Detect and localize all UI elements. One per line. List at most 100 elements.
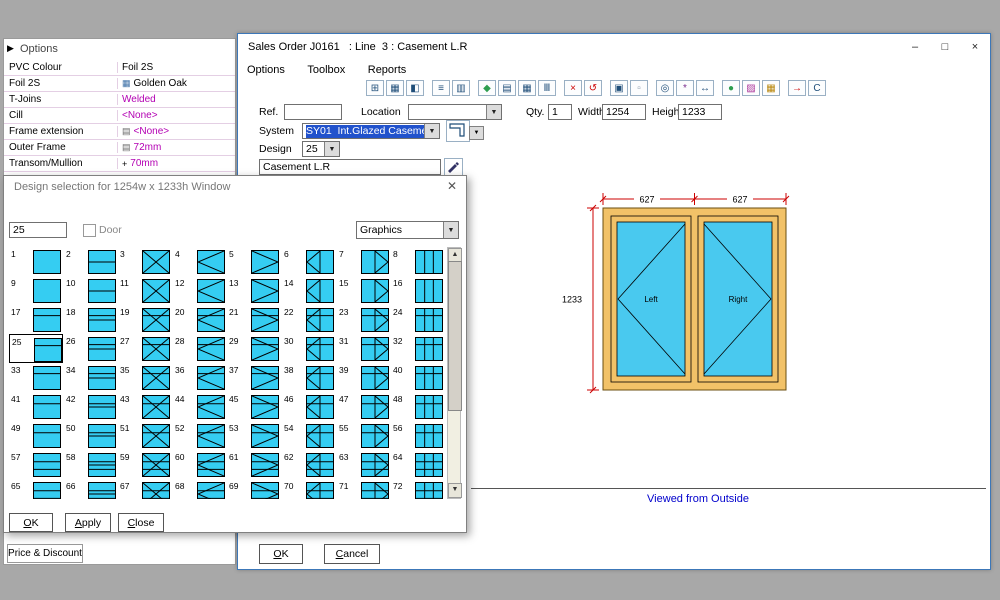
help-icon[interactable]: C: [808, 80, 826, 96]
design-cell-72[interactable]: 72: [391, 479, 445, 499]
design-cell-65[interactable]: 65: [9, 479, 63, 499]
design-cell-33[interactable]: 33: [9, 363, 63, 392]
wizard-icon[interactable]: *: [676, 80, 694, 96]
design-cell-12[interactable]: 12: [173, 276, 227, 305]
design-cell-46[interactable]: 46: [282, 392, 336, 421]
design-cell-30[interactable]: 30: [282, 334, 336, 363]
design-cell-5[interactable]: 5: [227, 247, 281, 276]
design-thumbnail-icon[interactable]: [197, 308, 225, 332]
dialog-ok-button[interactable]: OK: [9, 513, 53, 532]
chevron-down-icon[interactable]: ▼: [324, 142, 339, 156]
design-thumbnail-icon[interactable]: [142, 482, 170, 499]
design-thumbnail-icon[interactable]: [415, 424, 443, 448]
design-thumbnail-icon[interactable]: [197, 279, 225, 303]
design-thumbnail-icon[interactable]: [142, 308, 170, 332]
design-thumbnail-icon[interactable]: [306, 453, 334, 477]
design-thumbnail-icon[interactable]: [251, 453, 279, 477]
design-cell-34[interactable]: 34: [64, 363, 118, 392]
options-row[interactable]: Transom/Mullion+70mm: [4, 156, 235, 172]
design-cell-70[interactable]: 70: [282, 479, 336, 499]
design-cell-44[interactable]: 44: [173, 392, 227, 421]
design-thumbnail-icon[interactable]: [33, 250, 61, 274]
design-cell-62[interactable]: 62: [282, 450, 336, 479]
design-thumbnail-icon[interactable]: [197, 482, 225, 499]
design-cell-2[interactable]: 2: [64, 247, 118, 276]
design-cell-10[interactable]: 10: [64, 276, 118, 305]
design-thumbnail-icon[interactable]: [142, 366, 170, 390]
delete-icon[interactable]: ×: [564, 80, 582, 96]
design-cell-51[interactable]: 51: [118, 421, 172, 450]
design-thumbnail-icon[interactable]: [361, 424, 389, 448]
option-value[interactable]: Welded: [118, 94, 235, 105]
design-cell-59[interactable]: 59: [118, 450, 172, 479]
design-cell-31[interactable]: 31: [337, 334, 391, 363]
design-cell-41[interactable]: 41: [9, 392, 63, 421]
design-cell-16[interactable]: 16: [391, 276, 445, 305]
design-thumbnail-icon[interactable]: [88, 482, 116, 499]
design-cell-42[interactable]: 42: [64, 392, 118, 421]
design-thumbnail-icon[interactable]: [142, 337, 170, 361]
design-cell-7[interactable]: 7: [337, 247, 391, 276]
design-thumbnail-icon[interactable]: [251, 366, 279, 390]
options-row[interactable]: Outer Frame▤72mm: [4, 140, 235, 156]
design-thumbnail-icon[interactable]: [306, 337, 334, 361]
design-select[interactable]: 25 ▼: [302, 141, 340, 157]
option-value[interactable]: +70mm: [118, 158, 235, 169]
design-thumbnail-icon[interactable]: [251, 250, 279, 274]
survey-icon[interactable]: ●: [722, 80, 740, 96]
design-cell-60[interactable]: 60: [173, 450, 227, 479]
colours-icon[interactable]: ▨: [742, 80, 760, 96]
system-select[interactable]: SY01 Int.Glazed Casement ▼: [302, 123, 440, 139]
chevron-down-icon[interactable]: ▼: [486, 105, 501, 119]
design-cell-53[interactable]: 53: [227, 421, 281, 450]
design-thumbnail-icon[interactable]: [88, 366, 116, 390]
design-thumbnail-icon[interactable]: [88, 424, 116, 448]
design-cell-23[interactable]: 23: [337, 305, 391, 334]
design-cell-40[interactable]: 40: [391, 363, 445, 392]
design-thumbnail-icon[interactable]: [142, 424, 170, 448]
design-cell-43[interactable]: 43: [118, 392, 172, 421]
profile-dropdown-arrow[interactable]: ▼: [469, 126, 484, 140]
design-cell-3[interactable]: 3: [118, 247, 172, 276]
design-thumbnail-icon[interactable]: [142, 395, 170, 419]
scroll-thumb[interactable]: [448, 261, 462, 411]
door-checkbox[interactable]: [83, 224, 96, 237]
design-thumbnail-icon[interactable]: [33, 482, 61, 499]
design-thumbnail-icon[interactable]: [88, 453, 116, 477]
design-cell-71[interactable]: 71: [337, 479, 391, 499]
design-cell-66[interactable]: 66: [64, 479, 118, 499]
design-thumbnail-icon[interactable]: [361, 482, 389, 499]
design-cell-27[interactable]: 27: [118, 334, 172, 363]
grid-icon[interactable]: ▦: [386, 80, 404, 96]
view-mode-select[interactable]: Graphics ▼: [356, 221, 459, 239]
dimensions-icon[interactable]: Ⅲ: [538, 80, 556, 96]
design-thumbnail-icon[interactable]: [197, 366, 225, 390]
panel-icon[interactable]: ▥: [452, 80, 470, 96]
design-thumbnail-icon[interactable]: [415, 366, 443, 390]
design-thumbnail-icon[interactable]: [415, 250, 443, 274]
design-thumbnail-icon[interactable]: [251, 424, 279, 448]
design-cell-19[interactable]: 19: [118, 305, 172, 334]
design-cell-36[interactable]: 36: [173, 363, 227, 392]
scroll-down-icon[interactable]: ▼: [448, 483, 462, 498]
design-cell-25[interactable]: 25: [9, 334, 63, 363]
columns-icon[interactable]: ▦: [518, 80, 536, 96]
design-cell-68[interactable]: 68: [173, 479, 227, 499]
design-thumbnail-icon[interactable]: [33, 424, 61, 448]
design-thumbnail-icon[interactable]: [197, 337, 225, 361]
design-cell-52[interactable]: 52: [173, 421, 227, 450]
design-cell-50[interactable]: 50: [64, 421, 118, 450]
design-cell-54[interactable]: 54: [282, 421, 336, 450]
design-thumbnail-icon[interactable]: [33, 366, 61, 390]
list-icon[interactable]: ≡: [432, 80, 450, 96]
design-cell-58[interactable]: 58: [64, 450, 118, 479]
design-thumbnail-icon[interactable]: [361, 308, 389, 332]
close-icon[interactable]: ✕: [447, 179, 457, 193]
minimize-button[interactable]: –: [900, 34, 930, 60]
design-cell-6[interactable]: 6: [282, 247, 336, 276]
design-thumbnail-icon[interactable]: [415, 308, 443, 332]
design-thumbnail-icon[interactable]: [88, 279, 116, 303]
design-cell-1[interactable]: 1: [9, 247, 63, 276]
design-thumbnail-icon[interactable]: [88, 337, 116, 361]
design-thumbnail-icon[interactable]: [197, 424, 225, 448]
